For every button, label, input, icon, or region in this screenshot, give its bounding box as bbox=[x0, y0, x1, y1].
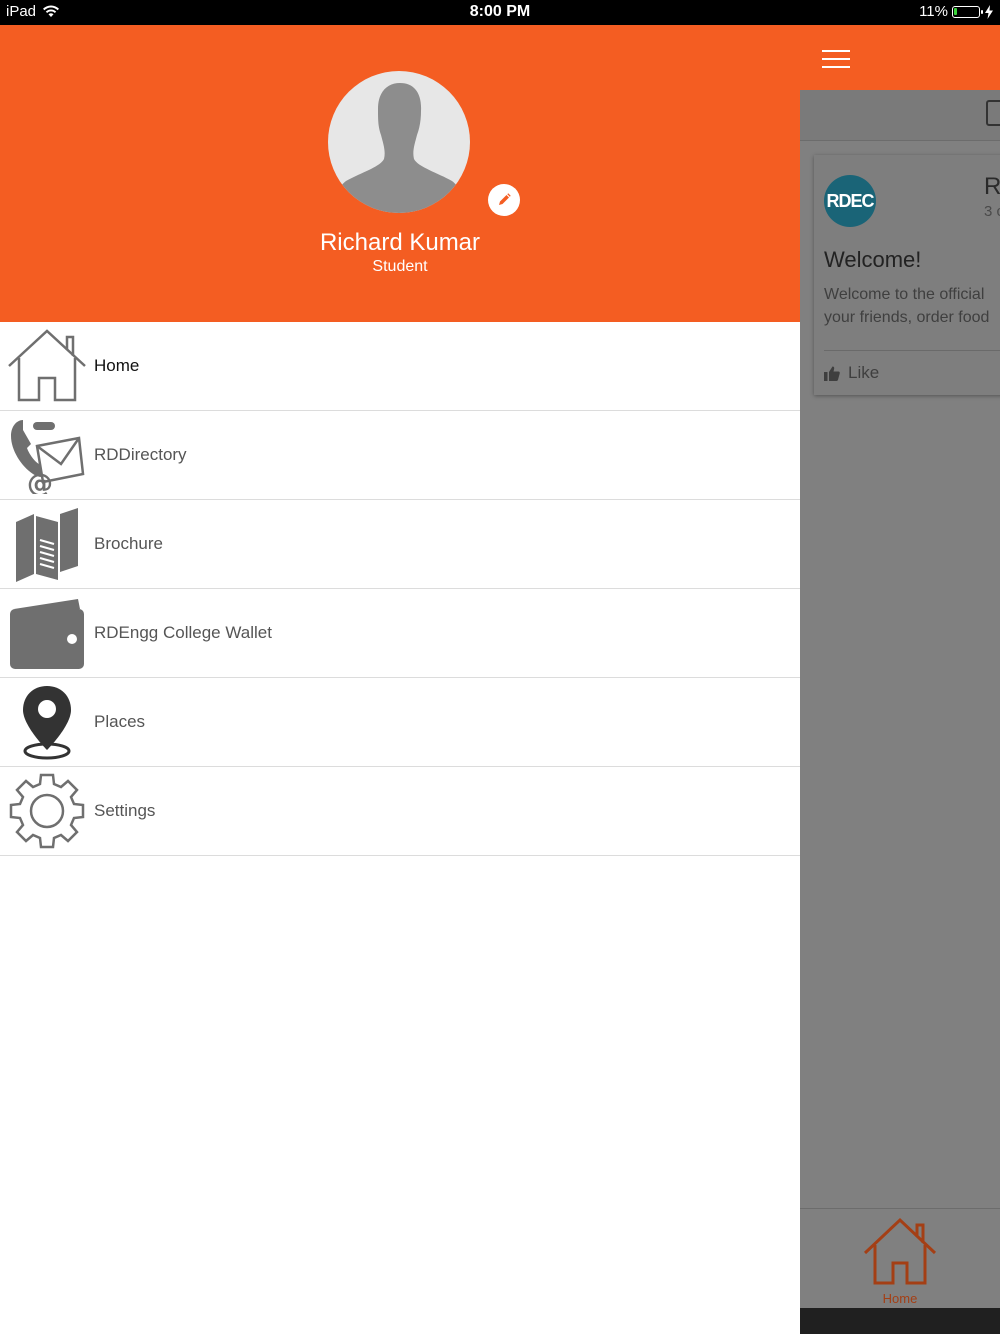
battery-icon bbox=[952, 5, 983, 18]
card-body: Welcome to the official your friends, or… bbox=[824, 283, 1000, 329]
menu-item-label: RDDirectory bbox=[94, 445, 187, 464]
menu-item-home[interactable]: Home bbox=[0, 322, 800, 411]
bottom-tab-bar: Home bbox=[800, 1208, 1000, 1309]
status-bar: iPad 8:00 PM 11% bbox=[0, 0, 1000, 25]
edit-profile-button[interactable] bbox=[488, 184, 520, 216]
feed-card[interactable]: RDEC R 3 c Welcome! Welcome to the offic… bbox=[814, 155, 1000, 395]
navigation-drawer: Richard Kumar Student Home @ RDDirectory… bbox=[0, 25, 800, 1334]
bottom-edge-bar bbox=[800, 1308, 1000, 1334]
battery-percent: 11% bbox=[919, 3, 948, 20]
person-silhouette-icon bbox=[332, 83, 466, 213]
menu-item-settings[interactable]: Settings bbox=[0, 767, 800, 856]
card-body-line: your friends, order food bbox=[824, 309, 990, 326]
status-time: 8:00 PM bbox=[469, 3, 531, 20]
menu-item-label: Brochure bbox=[94, 534, 163, 553]
wallet-icon bbox=[10, 599, 84, 669]
profile-header: Richard Kumar Student bbox=[0, 25, 800, 322]
menu-item-label: Settings bbox=[94, 801, 156, 820]
like-label: Like bbox=[848, 363, 880, 382]
menu-item-label: Places bbox=[94, 712, 146, 731]
menu-item-rddirectory[interactable]: @ RDDirectory bbox=[0, 411, 800, 500]
home-tab-icon[interactable] bbox=[863, 1217, 937, 1287]
rdec-logo: RDEC bbox=[824, 175, 876, 227]
app-top-bar bbox=[800, 25, 1000, 90]
location-pin-icon bbox=[23, 686, 71, 760]
profile-name: Richard Kumar bbox=[319, 229, 481, 256]
menu-item-label: RDEngg College Wallet bbox=[94, 623, 272, 642]
card-divider bbox=[824, 350, 1000, 351]
thumbs-up-icon bbox=[824, 366, 840, 381]
card-title: R bbox=[984, 173, 1000, 200]
svg-text:@: @ bbox=[27, 469, 53, 494]
home-tab-label[interactable]: Home bbox=[800, 1291, 1000, 1306]
pencil-icon bbox=[499, 193, 511, 205]
menu-icon[interactable] bbox=[822, 50, 850, 68]
background-app: RDEC R 3 c Welcome! Welcome to the offic… bbox=[800, 25, 1000, 1334]
brochure-icon bbox=[16, 508, 78, 582]
card-body-line: Welcome to the official bbox=[824, 286, 985, 303]
profile-role: Student bbox=[372, 258, 428, 275]
card-heading: Welcome! bbox=[824, 247, 922, 272]
like-button[interactable]: Like bbox=[824, 363, 879, 383]
battery-level bbox=[954, 7, 957, 15]
compose-icon[interactable] bbox=[986, 100, 1000, 126]
drawer-menu: Home @ RDDirectory Brochure RDEngg Colle… bbox=[0, 322, 800, 856]
app-sub-bar bbox=[800, 90, 1000, 141]
phone-mail-icon: @ bbox=[11, 420, 85, 494]
menu-item-places[interactable]: Places bbox=[0, 678, 800, 767]
card-subtitle: 3 c bbox=[984, 203, 1000, 220]
menu-item-wallet[interactable]: RDEngg College Wallet bbox=[0, 589, 800, 678]
menu-item-brochure[interactable]: Brochure bbox=[0, 500, 800, 589]
charging-bolt-icon bbox=[985, 4, 993, 19]
avatar[interactable] bbox=[328, 71, 470, 213]
house-icon bbox=[8, 329, 86, 402]
menu-item-label: Home bbox=[94, 356, 140, 375]
gear-icon bbox=[9, 773, 85, 849]
